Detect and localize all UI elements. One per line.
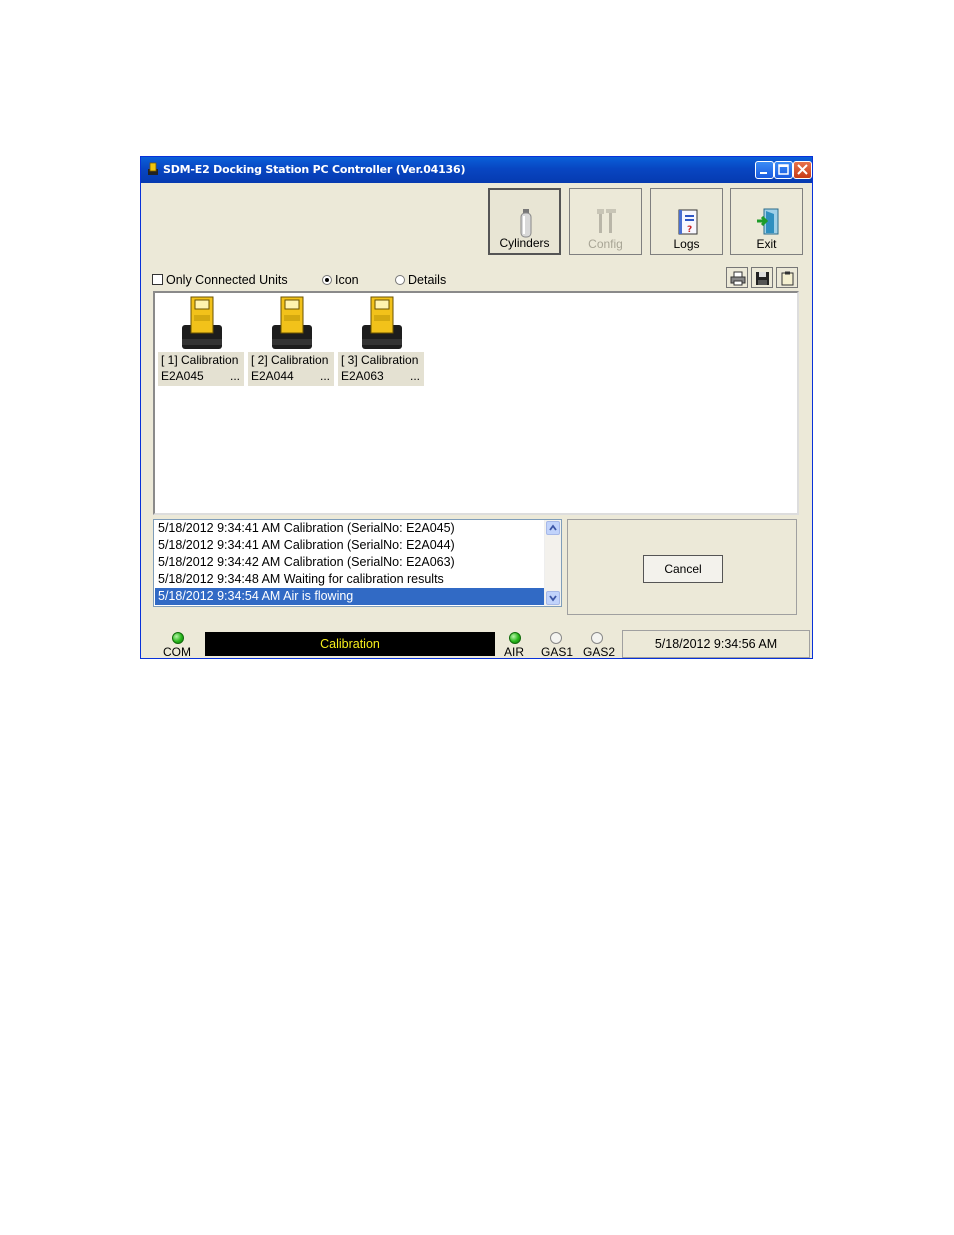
exit-button[interactable]: Exit <box>730 188 803 255</box>
exit-door-icon <box>757 208 779 235</box>
unit-ellipsis: ... <box>319 369 330 383</box>
docking-unit-icon <box>182 296 222 349</box>
minimize-icon <box>760 172 767 174</box>
docking-station-icon <box>148 162 158 175</box>
window-title: SDM-E2 Docking Station PC Controller (Ve… <box>163 163 466 176</box>
action-panel: Cancel <box>567 519 797 615</box>
maximize-icon <box>778 164 789 175</box>
logs-label: Logs <box>673 237 700 251</box>
log-entry[interactable]: 5/18/2012 9:34:48 AM Waiting for calibra… <box>155 571 550 588</box>
logs-button[interactable]: ? Logs <box>650 188 723 255</box>
docking-unit-icon <box>362 296 402 349</box>
unit-serial: E2A063 <box>341 369 384 383</box>
floppy-disk-icon <box>756 272 769 285</box>
gas1-led-icon <box>550 632 562 644</box>
log-scrollbar[interactable] <box>544 520 561 606</box>
unit-serial: E2A044 <box>251 369 294 383</box>
unit-status-label: [ 1] Calibration <box>161 353 239 367</box>
config-button[interactable]: Config <box>569 188 642 255</box>
only-connected-label: Only Connected Units <box>166 273 288 287</box>
view-details-radio[interactable]: Details <box>395 273 446 287</box>
air-label: AIR <box>504 645 525 659</box>
config-label: Config <box>588 237 623 251</box>
docking-unit-icon <box>272 296 312 349</box>
printer-icon <box>730 271 746 286</box>
unit-ellipsis: ... <box>409 369 420 383</box>
log-entry-selected[interactable]: 5/18/2012 9:34:54 AM Air is flowing <box>155 588 550 605</box>
logbook-icon: ? <box>678 209 698 235</box>
com-led-icon <box>172 632 184 644</box>
unit-item[interactable]: [ 3] Calibration E2A063... <box>338 295 424 386</box>
cylinders-label: Cylinders <box>499 236 550 250</box>
unit-ellipsis: ... <box>229 369 240 383</box>
status-display: Calibration <box>205 632 495 656</box>
log-entry[interactable]: 5/18/2012 9:34:41 AM Calibration (Serial… <box>155 520 550 537</box>
cancel-button[interactable]: Cancel <box>643 555 723 583</box>
exit-label: Exit <box>756 237 777 251</box>
clipboard-icon <box>781 271 794 286</box>
app-window: SDM-E2 Docking Station PC Controller (Ve… <box>140 156 813 659</box>
only-connected-checkbox[interactable]: Only Connected Units <box>152 273 288 287</box>
scroll-track[interactable] <box>545 535 561 591</box>
chevron-up-icon <box>549 524 557 531</box>
gas2-led-icon <box>591 632 603 644</box>
gas1-label: GAS1 <box>541 645 574 659</box>
unit-status-label: [ 3] Calibration <box>341 353 419 367</box>
status-bar: COM Calibration AIR GAS1 GAS2 5/18/2012 … <box>141 627 812 659</box>
gas2-label: GAS2 <box>583 645 616 659</box>
gas-cylinder-icon <box>520 209 532 238</box>
view-icon-label: Icon <box>335 273 359 287</box>
cylinders-button[interactable]: Cylinders <box>488 188 561 255</box>
view-details-label: Details <box>408 273 447 287</box>
print-button[interactable] <box>726 267 748 288</box>
radio-icon-selected[interactable] <box>322 275 332 285</box>
radio-details[interactable] <box>395 275 405 285</box>
checkbox-box[interactable] <box>152 274 163 285</box>
unit-item[interactable]: [ 1] Calibration E2A045... <box>158 295 244 386</box>
event-log-list[interactable]: 5/18/2012 9:34:41 AM Calibration (Serial… <box>153 519 562 607</box>
air-led-icon <box>509 632 521 644</box>
chevron-down-icon <box>549 595 557 602</box>
status-datetime: 5/18/2012 9:34:56 AM <box>622 630 810 658</box>
log-entry[interactable]: 5/18/2012 9:34:42 AM Calibration (Serial… <box>155 554 550 571</box>
scroll-down-button[interactable] <box>546 591 560 605</box>
tools-icon <box>597 209 616 233</box>
close-button[interactable] <box>793 161 812 179</box>
com-label: COM <box>163 645 191 659</box>
unit-status-label: [ 2] Calibration <box>251 353 329 367</box>
unit-item[interactable]: [ 2] Calibration E2A044... <box>248 295 334 386</box>
svg-text:?: ? <box>687 225 692 235</box>
scroll-up-button[interactable] <box>546 521 560 535</box>
close-icon <box>797 164 808 175</box>
minimize-button[interactable] <box>755 161 774 179</box>
clipboard-button[interactable] <box>776 267 798 288</box>
log-entry[interactable]: 5/18/2012 9:34:41 AM Calibration (Serial… <box>155 537 550 554</box>
title-bar[interactable]: SDM-E2 Docking Station PC Controller (Ve… <box>141 157 812 183</box>
units-icon-view[interactable]: [ 1] Calibration E2A045... [ 2] Calibrat… <box>153 291 799 515</box>
maximize-button[interactable] <box>774 161 793 179</box>
save-button[interactable] <box>751 267 773 288</box>
view-icon-radio[interactable]: Icon <box>322 273 359 287</box>
unit-serial: E2A045 <box>161 369 204 383</box>
